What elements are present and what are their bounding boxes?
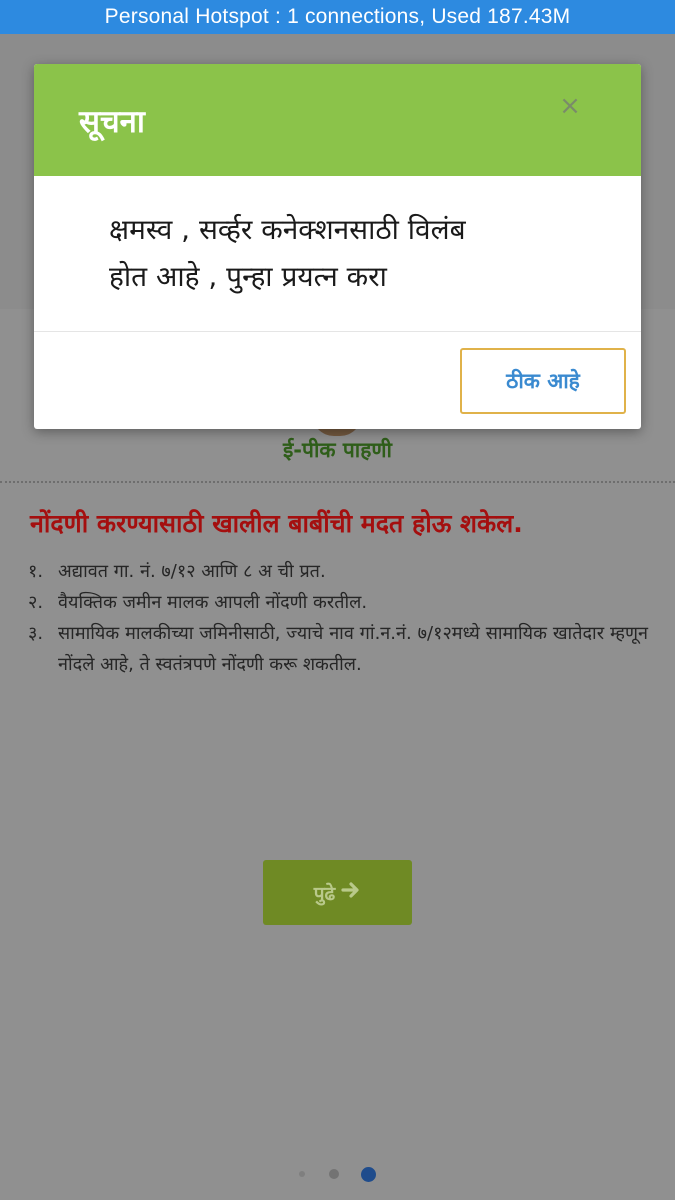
help-list: १. अद्यावत गा. नं. ७/१२ आणि ८ अ ची प्रत.… xyxy=(28,556,648,680)
next-button[interactable]: पुढे xyxy=(263,860,412,925)
close-icon[interactable]: × xyxy=(556,92,584,120)
next-button-label: पुढे xyxy=(313,882,336,905)
list-item-text: सामायिक मालकीच्या जमिनीसाठी, ज्याचे नाव … xyxy=(58,623,648,675)
status-bar-text: Personal Hotspot : 1 connections, Used 1… xyxy=(104,5,571,28)
list-item: २. वैयक्तिक जमीन मालक आपली नोंदणी करतील. xyxy=(28,587,648,618)
section-divider xyxy=(0,481,675,483)
page-dot-3-active[interactable] xyxy=(361,1166,376,1182)
list-item-number: ३. xyxy=(28,623,44,644)
dialog-footer-divider xyxy=(34,331,641,332)
list-item-number: २. xyxy=(28,592,44,613)
arrow-right-icon xyxy=(341,881,361,904)
dialog-header: सूचना × xyxy=(34,64,641,176)
help-title: नोंदणी करण्यासाठी खालील बाबींची मदत होऊ … xyxy=(30,509,523,538)
status-bar: Personal Hotspot : 1 connections, Used 1… xyxy=(0,0,675,34)
dialog-title: सूचना xyxy=(79,104,145,140)
list-item: १. अद्यावत गा. नं. ७/१२ आणि ८ अ ची प्रत. xyxy=(28,556,648,587)
page-dot-1[interactable] xyxy=(299,1171,305,1177)
dialog-message: क्षमस्व , सर्व्हर कनेक्शनसाठी विलंब होत … xyxy=(109,206,579,300)
logo-caption: ई-पीक पाहणी xyxy=(283,438,392,462)
list-item: ३. सामायिक मालकीच्या जमिनीसाठी, ज्याचे न… xyxy=(28,618,648,680)
page-indicator xyxy=(0,1166,675,1182)
page-dot-2[interactable] xyxy=(329,1169,339,1179)
list-item-text: वैयक्तिक जमीन मालक आपली नोंदणी करतील. xyxy=(58,592,368,613)
dialog-message-line-1: क्षमस्व , सर्व्हर कनेक्शनसाठी विलंब xyxy=(109,213,466,246)
ok-button[interactable]: ठीक आहे xyxy=(460,348,626,414)
list-item-number: १. xyxy=(28,561,44,582)
dialog-message-line-2: होत आहे , पुन्हा प्रयत्न करा xyxy=(109,260,387,293)
list-item-text: अद्यावत गा. नं. ७/१२ आणि ८ अ ची प्रत. xyxy=(58,561,326,582)
alert-dialog: सूचना × क्षमस्व , सर्व्हर कनेक्शनसाठी वि… xyxy=(34,64,641,429)
